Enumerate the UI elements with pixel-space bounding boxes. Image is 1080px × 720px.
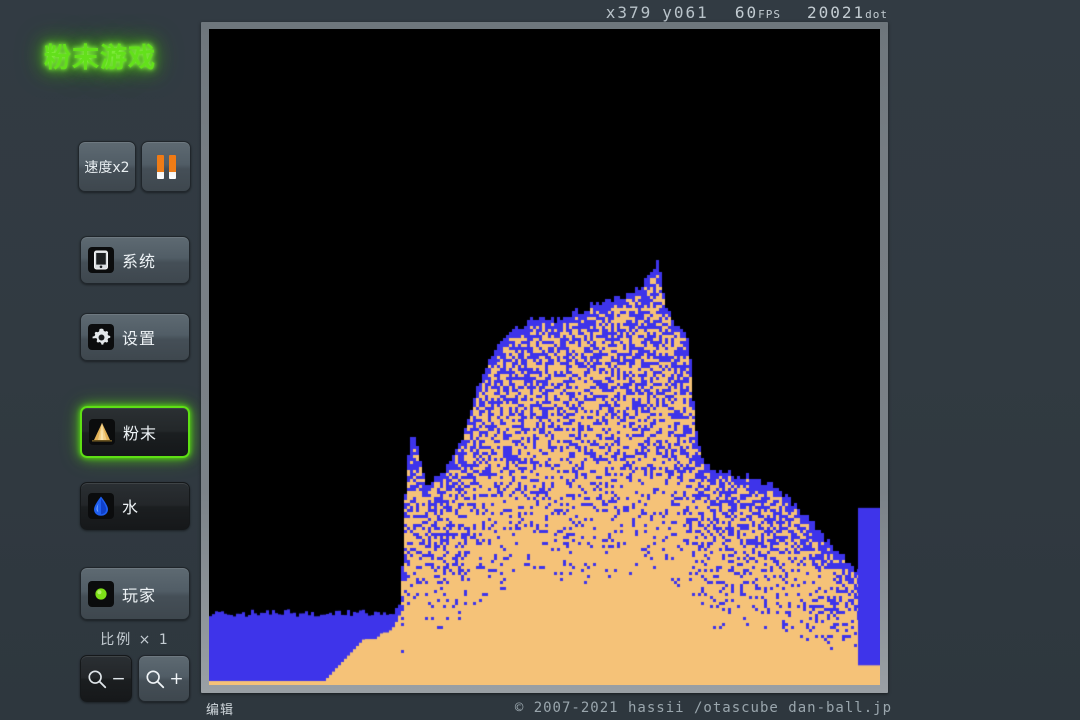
sidebar-item-water[interactable]: 水 [80, 482, 190, 530]
scale-label: 比例 × 1 [80, 629, 190, 649]
gear-icon [88, 324, 114, 350]
fps-value: 60 [735, 3, 758, 22]
sidebar-item-label: 玩家 [122, 582, 156, 606]
phone-icon [88, 247, 114, 273]
dot-count-unit: dot [865, 8, 888, 21]
powder-game-app: x379 y061 60 FPS 20021 dot 粉末游戏 速度x2 [0, 0, 1080, 720]
sidebar-item-label: 粉末 [123, 420, 157, 444]
simulation-canvas[interactable] [209, 29, 880, 685]
speed-button[interactable]: 速度x2 [78, 141, 136, 192]
cursor-coordinates: x379 y061 [606, 3, 709, 22]
zoom-in-label: + [169, 669, 183, 689]
fps-readout: 60 FPS [735, 3, 781, 22]
speed-button-label: 速度x2 [84, 157, 129, 177]
dot-count-value: 20021 [807, 3, 865, 22]
pause-button[interactable] [141, 141, 191, 192]
sidebar-item-label: 系统 [122, 248, 156, 272]
sidebar-item-player[interactable]: 玩家 [80, 567, 190, 620]
cursor-x-value: x379 [606, 3, 653, 22]
sidebar-item-label: 设置 [122, 325, 156, 349]
player-dot-icon [88, 581, 114, 607]
sidebar: 速度x2 系统 设置 [0, 0, 200, 720]
zoom-out-label: − [111, 669, 125, 689]
status-bar: x379 y061 60 FPS 20021 dot [200, 2, 890, 22]
sidebar-item-label: 水 [122, 494, 139, 518]
magnifier-icon: − [86, 668, 125, 690]
pause-icon [157, 155, 176, 179]
simulation-frame [201, 22, 888, 693]
zoom-in-button[interactable]: + [138, 655, 190, 702]
dot-count-readout: 20021 dot [807, 3, 888, 22]
sidebar-item-powder[interactable]: 粉末 [80, 406, 190, 458]
sidebar-item-setting[interactable]: 设置 [80, 313, 190, 361]
sidebar-item-system[interactable]: 系统 [80, 236, 190, 284]
droplet-icon [88, 493, 114, 519]
edit-label: 编辑 [206, 699, 234, 718]
sandpile-icon [89, 419, 115, 445]
magnifier-icon: + [144, 668, 183, 690]
copyright-footer: © 2007-2021 hassii /otascube dan-ball.jp [515, 700, 892, 716]
fps-unit: FPS [758, 8, 781, 21]
zoom-out-button[interactable]: − [80, 655, 132, 702]
cursor-y-value: y061 [662, 3, 709, 22]
